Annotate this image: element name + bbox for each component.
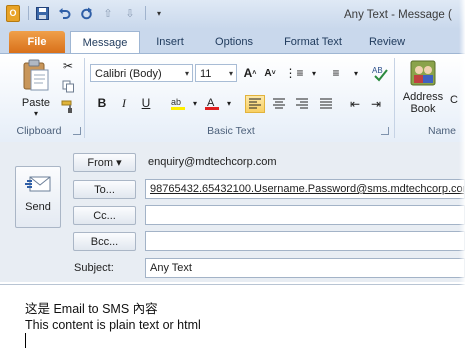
outlook-compose-window: O ⇧ ⇩ ▾ Any Text - Message ( File Messag…: [0, 0, 465, 359]
font-name-box[interactable]: Calibri (Body) ▾: [90, 64, 193, 82]
highlight-icon[interactable]: ab: [170, 95, 186, 111]
paste-dropdown-icon[interactable]: ▾: [16, 109, 56, 118]
ribbon: Paste ▾ ✂ Clipboard Calibri (Body) ▾ 11 …: [0, 53, 465, 143]
svg-text:AB: AB: [372, 66, 383, 75]
address-book-label-1: Address: [402, 91, 444, 103]
text-cursor: [25, 333, 26, 348]
font-size-value: 11: [200, 68, 212, 80]
cc-button[interactable]: Cc...: [73, 206, 136, 225]
paste-button[interactable]: Paste ▾: [16, 58, 56, 118]
font-dropdown-icon[interactable]: ▾: [185, 65, 189, 83]
font-color-dropdown-icon[interactable]: ▾: [221, 95, 237, 111]
arrow-up-icon[interactable]: ⇧: [101, 6, 115, 20]
format-painter-icon[interactable]: [60, 99, 76, 115]
copy-icon[interactable]: [60, 78, 76, 94]
window-title: Any Text - Message (: [344, 9, 452, 21]
subject-field[interactable]: Any Text: [145, 258, 465, 278]
italic-button[interactable]: I: [116, 95, 132, 111]
clipboard-group-label: Clipboard: [16, 125, 62, 137]
font-size-dropdown-icon[interactable]: ▾: [229, 65, 233, 83]
address-book-icon: [410, 60, 436, 86]
undo-icon[interactable]: [57, 6, 71, 20]
bullets-dropdown-icon[interactable]: ▾: [306, 65, 322, 81]
align-center-button[interactable]: [271, 96, 287, 112]
svg-text:ab: ab: [171, 97, 181, 107]
paste-label: Paste: [21, 97, 51, 109]
body-line-2: This content is plain text or html: [25, 318, 201, 332]
save-icon[interactable]: [35, 6, 49, 20]
send-icon: [25, 176, 51, 192]
align-left-button[interactable]: [245, 95, 265, 113]
group-divider: [84, 58, 85, 138]
numbering-icon[interactable]: ≡: [328, 65, 344, 81]
justify-button[interactable]: [318, 96, 334, 112]
tab-options[interactable]: Options: [205, 31, 263, 53]
redo-icon[interactable]: [79, 6, 93, 20]
qat-divider: [28, 6, 29, 20]
bullets-icon[interactable]: ⋮≡: [285, 65, 304, 81]
tab-format-text[interactable]: Format Text: [275, 31, 351, 53]
send-label: Send: [25, 201, 51, 213]
basic-text-launcher-icon[interactable]: [381, 127, 389, 135]
shrink-font-icon[interactable]: A ˅: [262, 65, 278, 81]
font-size-box[interactable]: 11 ▾: [195, 64, 237, 82]
styles-icon[interactable]: AB: [370, 63, 390, 83]
from-value: enquiry@mdtechcorp.com: [148, 156, 277, 168]
group-divider-2: [394, 58, 395, 138]
tab-message[interactable]: Message: [70, 31, 140, 55]
send-button[interactable]: Send: [15, 166, 61, 228]
address-book-button[interactable]: Address Book: [400, 58, 446, 115]
arrow-down-icon[interactable]: ⇩: [123, 6, 137, 20]
numbering-dropdown-icon[interactable]: ▾: [348, 65, 364, 81]
to-button[interactable]: To...: [73, 180, 136, 199]
bcc-field[interactable]: [145, 231, 465, 251]
cut-icon[interactable]: ✂: [60, 58, 76, 74]
customize-qat-icon[interactable]: ▾: [152, 6, 166, 20]
bold-button[interactable]: B: [94, 95, 110, 111]
decrease-indent-icon[interactable]: ⇤: [347, 96, 363, 112]
window-edge-fade: [459, 0, 465, 359]
cc-field[interactable]: [145, 205, 465, 225]
underline-button[interactable]: U: [138, 95, 154, 111]
align-right-button[interactable]: [294, 96, 310, 112]
clipboard-launcher-icon[interactable]: [73, 127, 81, 135]
address-book-label-2: Book: [410, 103, 436, 115]
qat-divider-2: [145, 6, 146, 20]
basic-text-group-label: Basic Text: [207, 125, 255, 137]
ribbon-tabs: File Message Insert Options Format Text …: [0, 29, 465, 55]
font-name-value: Calibri (Body): [95, 68, 162, 80]
bcc-button[interactable]: Bcc...: [73, 232, 136, 251]
to-field[interactable]: 98765432.65432100.Username.Password@sms.…: [145, 179, 465, 199]
grow-font-icon[interactable]: A ˄: [242, 65, 258, 81]
tab-insert[interactable]: Insert: [145, 31, 195, 53]
title-bar: O ⇧ ⇩ ▾ Any Text - Message (: [0, 0, 465, 29]
tab-file[interactable]: File: [9, 31, 65, 53]
body-line-1: 这是 Email to SMS 內容: [25, 302, 158, 316]
tab-review[interactable]: Review: [361, 31, 413, 53]
increase-indent-icon[interactable]: ⇥: [368, 96, 384, 112]
app-logo-icon[interactable]: O: [6, 4, 20, 22]
paste-icon: [23, 59, 49, 91]
subject-label: Subject:: [74, 262, 114, 274]
quick-access-toolbar: O ⇧ ⇩ ▾: [6, 4, 174, 22]
highlight-dropdown-icon[interactable]: ▾: [187, 95, 203, 111]
font-color-icon[interactable]: A: [204, 95, 220, 111]
from-button[interactable]: From ▾: [73, 153, 136, 172]
